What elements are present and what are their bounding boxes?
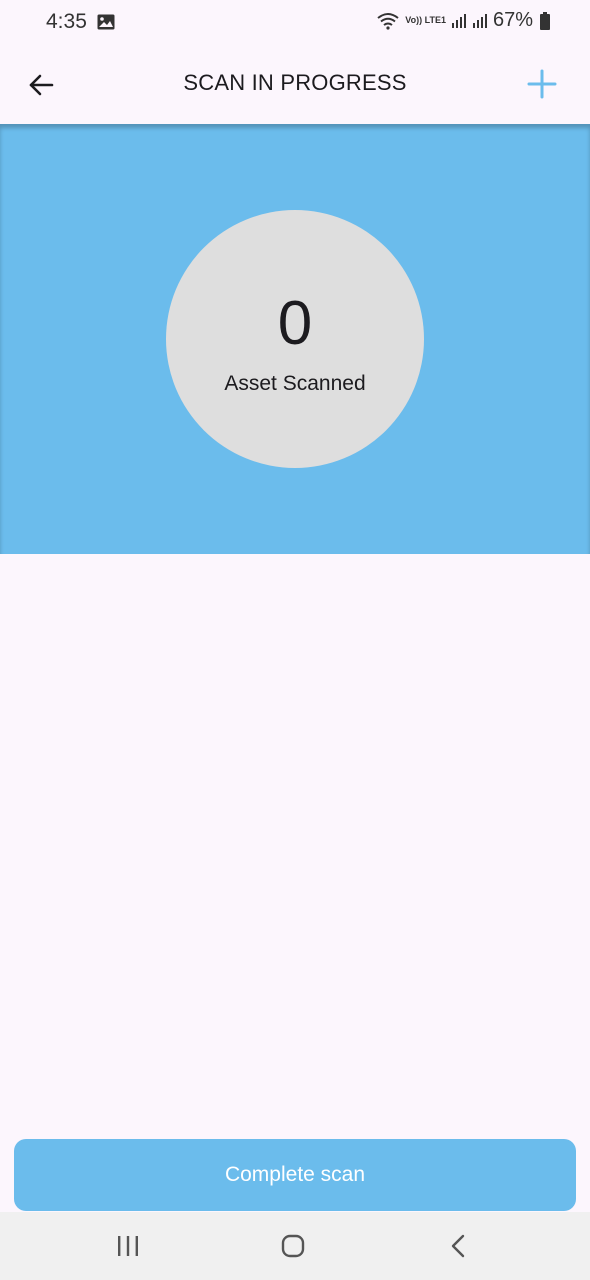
scanned-count: 0 [277, 289, 313, 358]
complete-scan-button[interactable]: Complete scan [14, 1139, 576, 1211]
app-bar: SCAN IN PROGRESS [0, 46, 590, 124]
home-icon[interactable] [281, 1234, 305, 1258]
scan-panel: 0 Asset Scanned [0, 124, 590, 554]
plus-icon[interactable] [526, 68, 558, 100]
scanned-label: Asset Scanned [224, 372, 366, 395]
system-nav-bar [0, 1212, 590, 1280]
gallery-icon [97, 14, 115, 30]
page-title: SCAN IN PROGRESS [183, 70, 407, 95]
scan-counter: 0 Asset Scanned [166, 210, 424, 468]
wifi-icon [377, 12, 399, 30]
signal-icon-2 [472, 13, 487, 28]
status-bar: 4:35 Vo)) LTE1 67% [0, 0, 590, 46]
network-label: Vo)) LTE1 [405, 15, 446, 25]
signal-icon [451, 13, 466, 28]
battery-percentage: 67% [492, 9, 533, 31]
chevron-left-icon[interactable] [449, 1234, 469, 1258]
status-indicators: Vo)) LTE1 67% [376, 9, 550, 32]
recent-apps-icon[interactable] [116, 1234, 140, 1258]
battery-icon [540, 11, 550, 30]
status-time: 4:35 [46, 10, 87, 33]
